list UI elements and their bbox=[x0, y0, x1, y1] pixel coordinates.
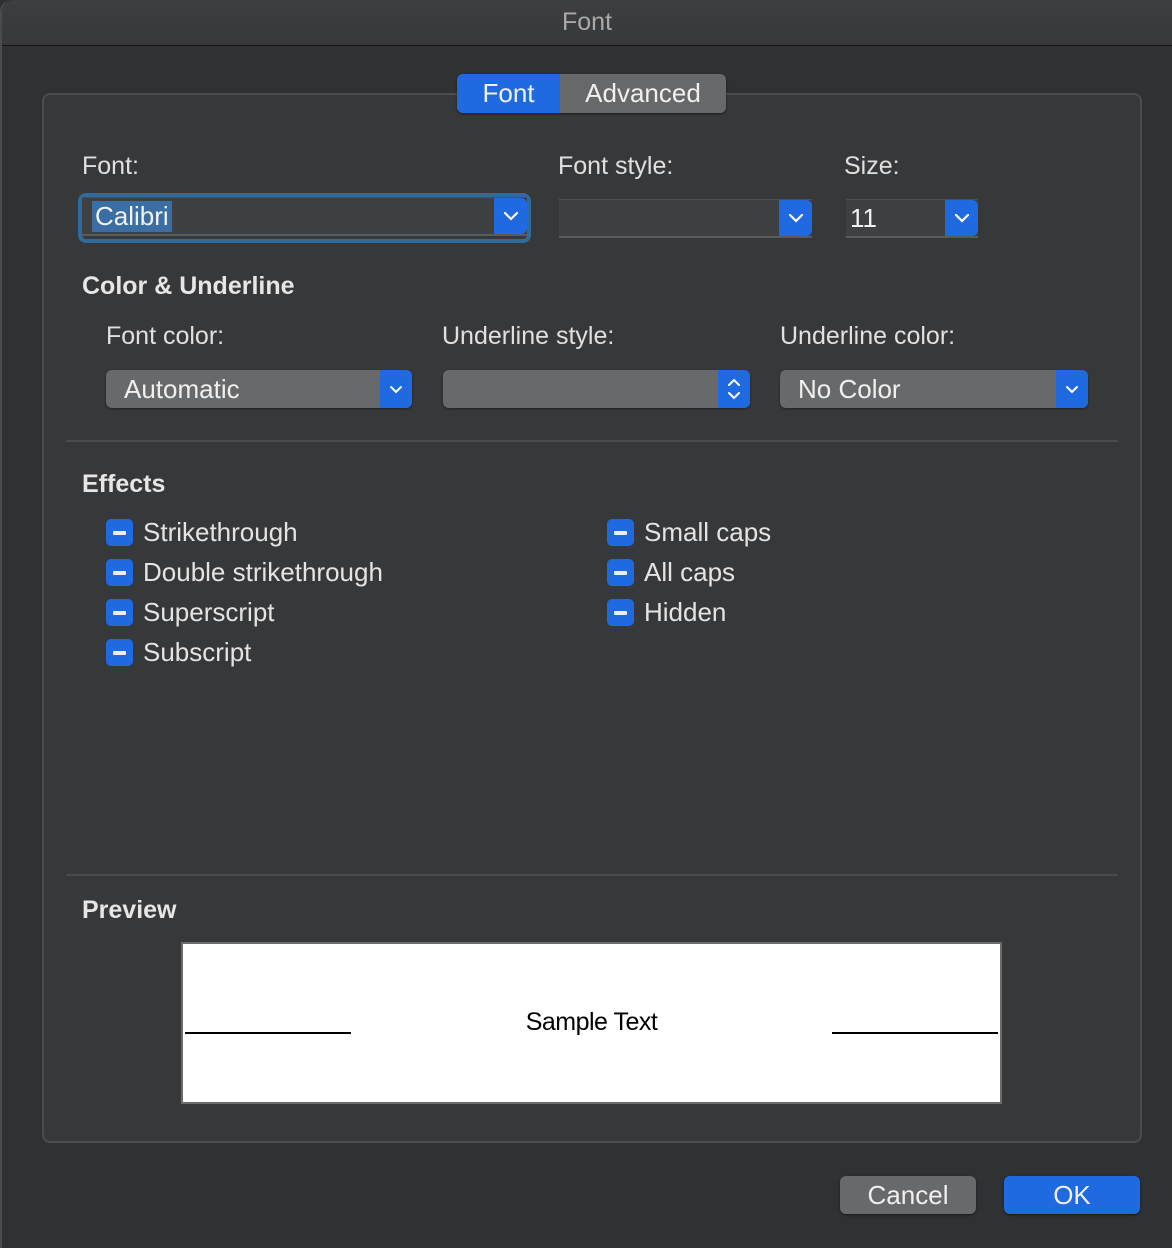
font-style-dropdown-button[interactable] bbox=[779, 200, 812, 236]
preview-box: Sample Text bbox=[181, 942, 1002, 1104]
effects-heading: Effects bbox=[82, 470, 166, 498]
mixed-state-checkbox-icon bbox=[106, 559, 133, 586]
font-dropdown-button[interactable] bbox=[494, 198, 527, 234]
section-divider bbox=[66, 440, 1118, 442]
font-dialog: Font Font Advanced Font: Font style: Siz… bbox=[0, 0, 1172, 1248]
ok-button[interactable]: OK bbox=[1004, 1176, 1140, 1214]
checkbox-label: All caps bbox=[644, 557, 736, 587]
title-bar: Font bbox=[2, 0, 1172, 46]
mixed-state-checkbox-icon bbox=[106, 599, 133, 626]
mixed-state-checkbox-icon bbox=[106, 639, 133, 666]
cancel-button[interactable]: Cancel bbox=[840, 1176, 976, 1214]
font-color-value: Automatic bbox=[124, 373, 240, 404]
underline-style-popup[interactable] bbox=[443, 370, 750, 408]
font-color-popup[interactable]: Automatic bbox=[106, 370, 412, 408]
tab-font[interactable]: Font bbox=[457, 74, 560, 113]
checkbox-label: Hidden bbox=[644, 597, 727, 627]
underline-style-label: Underline style: bbox=[442, 322, 615, 350]
font-input[interactable]: Calibri bbox=[82, 198, 494, 234]
chevron-up-down-icon bbox=[728, 378, 740, 400]
superscript-checkbox[interactable]: Superscript bbox=[106, 597, 275, 628]
section-divider bbox=[66, 874, 1118, 876]
mixed-state-checkbox-icon bbox=[607, 599, 634, 626]
underline-color-popup[interactable]: No Color bbox=[780, 370, 1088, 408]
chevron-down-icon bbox=[390, 385, 402, 393]
size-input[interactable]: 11 bbox=[846, 200, 945, 236]
font-style-combobox[interactable] bbox=[559, 199, 812, 238]
color-underline-heading: Color & Underline bbox=[82, 272, 295, 300]
window-title: Font bbox=[561, 8, 613, 36]
hidden-checkbox[interactable]: Hidden bbox=[607, 597, 726, 628]
subscript-checkbox[interactable]: Subscript bbox=[106, 637, 251, 668]
preview-heading: Preview bbox=[82, 896, 177, 924]
underline-style-stepper[interactable] bbox=[718, 370, 750, 408]
size-dropdown-button[interactable] bbox=[945, 200, 978, 236]
chevron-down-icon bbox=[503, 211, 518, 221]
checkbox-label: Double strikethrough bbox=[143, 557, 383, 587]
font-style-input[interactable] bbox=[559, 200, 779, 236]
checkbox-label: Subscript bbox=[143, 637, 252, 667]
font-input-value: Calibri bbox=[92, 201, 172, 232]
font-color-label: Font color: bbox=[106, 322, 225, 350]
chevron-down-icon bbox=[788, 213, 803, 223]
preview-baseline-right bbox=[832, 1032, 998, 1034]
double-strikethrough-checkbox[interactable]: Double strikethrough bbox=[106, 557, 383, 588]
tab-advanced[interactable]: Advanced bbox=[560, 74, 726, 113]
underline-color-dropdown-button[interactable] bbox=[1056, 370, 1088, 408]
font-style-label: Font style: bbox=[558, 152, 674, 180]
underline-color-label: Underline color: bbox=[780, 322, 956, 350]
checkbox-label: Superscript bbox=[143, 597, 275, 627]
tab-bar: Font Advanced bbox=[457, 74, 726, 113]
mixed-state-checkbox-icon bbox=[607, 519, 634, 546]
mixed-state-checkbox-icon bbox=[607, 559, 634, 586]
font-color-dropdown-button[interactable] bbox=[380, 370, 412, 408]
mixed-state-checkbox-icon bbox=[106, 519, 133, 546]
underline-style-value bbox=[443, 370, 718, 408]
chevron-down-icon bbox=[954, 213, 969, 223]
strikethrough-checkbox[interactable]: Strikethrough bbox=[106, 517, 298, 548]
all-caps-checkbox[interactable]: All caps bbox=[607, 557, 735, 588]
small-caps-checkbox[interactable]: Small caps bbox=[607, 517, 771, 548]
underline-color-value: No Color bbox=[798, 373, 901, 404]
size-label: Size: bbox=[844, 152, 900, 180]
font-combobox[interactable]: Calibri bbox=[82, 197, 527, 236]
chevron-down-icon bbox=[1066, 385, 1078, 393]
checkbox-label: Strikethrough bbox=[143, 517, 298, 547]
size-combobox[interactable]: 11 bbox=[846, 199, 978, 238]
font-label: Font: bbox=[82, 152, 139, 180]
checkbox-label: Small caps bbox=[644, 517, 772, 547]
